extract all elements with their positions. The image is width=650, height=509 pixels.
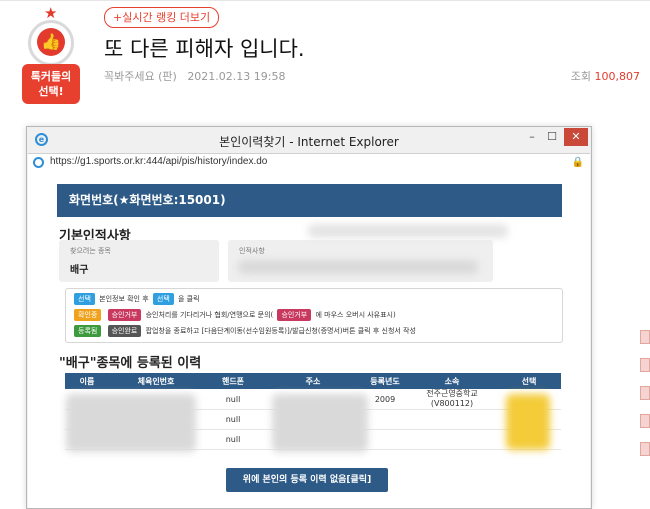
legend-text: 을 클릭 (178, 295, 200, 303)
blurred-select-button (506, 394, 550, 450)
address-bar[interactable]: https://g1.sports.or.kr:444/api/pis/hist… (28, 153, 590, 173)
site-icon (33, 157, 44, 168)
cell-year (363, 409, 407, 430)
post-date: 2021.02.13 19:58 (187, 70, 286, 83)
cell-affiliation (407, 429, 497, 450)
blurred-person-info (238, 260, 478, 274)
tag-approved: 승인완료 (107, 325, 142, 337)
tag-select: 선택 (152, 293, 174, 305)
col-year: 등록년도 (363, 373, 407, 389)
cell-phone: null (203, 409, 263, 430)
side-widget[interactable] (640, 414, 650, 428)
tag-rejected: 승인거부 (107, 309, 142, 321)
side-widget[interactable] (640, 358, 650, 372)
post-title: 또 다른 피해자 입니다. (104, 37, 305, 61)
ie-window: e 본인이력찾기 - Internet Explorer – ☐ ✕ https… (26, 126, 592, 509)
ie-window-title: 본인이력찾기 - Internet Explorer (219, 135, 399, 149)
sport-box: 찾으려는 종목 배구 (59, 240, 219, 282)
blurred-address (272, 394, 368, 452)
badge-line1: 톡커들의 (30, 70, 72, 83)
realtime-ranking-link[interactable]: +실시간 랭킹 더보기 (104, 7, 220, 28)
col-member-no: 체육인번호 (109, 373, 203, 389)
sport-label: 찾으려는 종목 (70, 247, 111, 255)
badge-label: 톡커들의 선택! (22, 64, 80, 104)
cell-affiliation: 전주근영중학교 (V800112) (407, 389, 497, 410)
legend-text: 승인처리를 기다리거나 협회/연맹으로 문의( (145, 311, 274, 319)
legend-text: 본인정보 확인 후 (99, 295, 149, 303)
col-phone: 핸드폰 (203, 373, 263, 389)
blurred-header-area (308, 224, 508, 238)
side-widget[interactable] (640, 330, 650, 344)
minimize-button[interactable]: – (523, 128, 541, 146)
tag-registered: 등록됨 (74, 325, 102, 337)
tag-checking: 확인중 (74, 309, 102, 321)
legend-text: 에 마우스 오버시 사유표시) (315, 311, 396, 319)
legend-text: 팝업창을 종료하고 [다음단계이동(선수임원등록)]/발급신청(증명서)버튼 클… (145, 327, 416, 335)
cell-year (363, 429, 407, 450)
close-button[interactable]: ✕ (564, 128, 588, 146)
side-widget[interactable] (640, 442, 650, 456)
sport-value: 배구 (70, 265, 89, 276)
col-name: 이름 (65, 373, 109, 389)
side-widget[interactable] (640, 386, 650, 400)
page-content: 화면번호(★화면번호:15001) 기본인적사항 찾으려는 종목 배구 인적사항… (28, 172, 590, 508)
view-count: 조회 100,807 (571, 68, 640, 84)
post-meta: 꼭봐주세요 (판) 2021.02.13 19:58 (104, 68, 286, 84)
views-label: 조회 (570, 70, 591, 83)
tag-rejected: 승인거부 (277, 309, 312, 321)
legend-row-3: 등록됨 승인완료 팝업창을 종료하고 [다음단계이동(선수임원등록)]/발급신청… (72, 324, 416, 338)
star-icon: ★ (44, 4, 58, 22)
col-affiliation: 소속 (407, 373, 497, 389)
cell-phone: null (203, 429, 263, 450)
col-select: 선택 (497, 373, 561, 389)
thumbs-up-icon: 👍 (37, 28, 65, 56)
screen-number-bar: 화면번호(★화면번호:15001) (57, 184, 562, 217)
cell-phone: null (203, 389, 263, 410)
status-legend: 선택 본인정보 확인 후 선택 을 클릭 확인중 승인거부 승인처리를 기다리거… (65, 288, 563, 343)
top-divider (0, 0, 650, 1)
person-info-box: 인적사항 (228, 240, 493, 282)
person-info-label: 인적사항 (239, 247, 265, 255)
url-text[interactable]: https://g1.sports.or.kr:444/api/pis/hist… (50, 156, 267, 167)
cell-year: 2009 (363, 389, 407, 410)
no-history-register-button[interactable]: 위에 본인의 등록 이력 없음[클릭] (226, 468, 388, 492)
talker-pick-badge: ★ 👍 톡커들의 선택! (22, 6, 80, 104)
table-header-row: 이름 체육인번호 핸드폰 주소 등록년도 소속 선택 (65, 373, 561, 389)
blurred-identity (66, 394, 196, 452)
author[interactable]: 꼭봐주세요 (판) (104, 70, 177, 83)
badge-line2: 선택! (38, 85, 64, 98)
lock-icon[interactable]: 🔒 (572, 157, 584, 168)
legend-row-1: 선택 본인정보 확인 후 선택 을 클릭 (72, 292, 200, 306)
history-heading: "배구"종목에 등록된 이력 (59, 356, 202, 371)
views-value: 100,807 (594, 70, 641, 83)
ie-titlebar: e 본인이력찾기 - Internet Explorer – ☐ ✕ (27, 127, 591, 153)
legend-row-2: 확인중 승인거부 승인처리를 기다리거나 협회/연맹으로 문의( 승인거부 에 … (72, 308, 396, 322)
col-address: 주소 (263, 373, 363, 389)
maximize-button[interactable]: ☐ (543, 128, 561, 146)
tag-select: 선택 (74, 293, 95, 305)
cell-affiliation (407, 409, 497, 430)
